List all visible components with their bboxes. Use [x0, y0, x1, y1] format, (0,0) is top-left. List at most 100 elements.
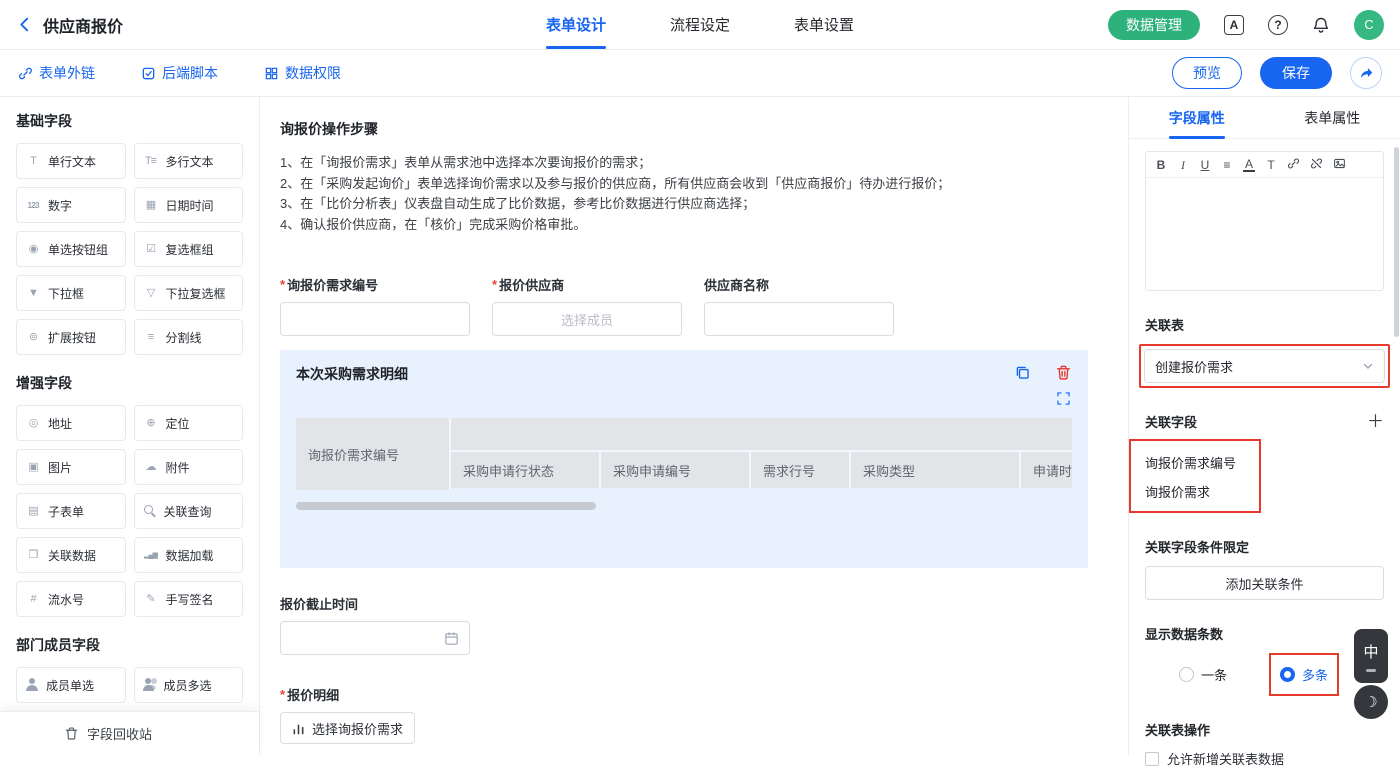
- quote-supplier-input[interactable]: 选择成员: [492, 302, 682, 336]
- translate-icon[interactable]: A: [1224, 15, 1244, 35]
- radio-option-multiple[interactable]: 多条: [1280, 665, 1328, 684]
- sidebar-item-related-query[interactable]: 关联查询: [134, 493, 244, 529]
- sidebar-item-subform[interactable]: ▤子表单: [16, 493, 126, 529]
- sidebar-item-member-single[interactable]: 成员单选: [16, 667, 126, 703]
- divider-icon: ≡: [143, 332, 159, 343]
- sidebar-item-attachment[interactable]: ☁附件: [134, 449, 244, 485]
- back-icon[interactable]: [16, 16, 33, 33]
- top-header: 供应商报价 表单设计 流程设定 表单设置 数据管理 A ? C: [0, 0, 1400, 50]
- checkbox-icon: [1145, 752, 1159, 766]
- sidebar-item-multi-select[interactable]: ▽下拉复选框: [134, 275, 244, 311]
- field-description-input[interactable]: [1146, 178, 1383, 290]
- sidebar-item-extend-button[interactable]: ⊚扩展按钮: [16, 319, 126, 355]
- insert-image-icon[interactable]: [1333, 157, 1346, 172]
- subform-header-band: [451, 418, 1072, 452]
- recycle-bin-icon: [64, 726, 79, 741]
- field-sidebar: 基础字段 T单行文本 T≡多行文本 123数字 ▦日期时间 ◉单选按钮组 ☑复选…: [0, 97, 260, 755]
- sidebar-item-multi-text[interactable]: T≡多行文本: [134, 143, 244, 179]
- underline-icon[interactable]: U: [1199, 159, 1211, 171]
- section-title-enhanced-fields: 增强字段: [16, 373, 243, 393]
- field-supplier-name[interactable]: 供应商名称: [704, 275, 894, 336]
- ime-language-button[interactable]: 中: [1354, 629, 1388, 683]
- allow-add-related-data-checkbox[interactable]: 允许新增关联表数据: [1145, 749, 1384, 768]
- panel-scrollbar-thumb[interactable]: [1394, 147, 1399, 337]
- avatar[interactable]: C: [1354, 10, 1384, 40]
- field-inquiry-request-no[interactable]: *询报价需求编号: [280, 275, 470, 336]
- sidebar-item-single-text[interactable]: T单行文本: [16, 143, 126, 179]
- related-data-icon: ❐: [25, 550, 41, 561]
- backend-script-link[interactable]: 后端脚本: [141, 63, 218, 83]
- sidebar-item-select[interactable]: ▼下拉框: [16, 275, 126, 311]
- add-related-field-icon[interactable]: ＋: [1367, 413, 1384, 430]
- tab-field-properties[interactable]: 字段属性: [1129, 97, 1265, 138]
- notification-bell-icon[interactable]: [1312, 16, 1330, 34]
- page-title: 供应商报价: [43, 13, 123, 37]
- subform-table-header: 询报价需求编号 采购申请行状态 采购申请编号 需求行号 采购类型 申请时间: [296, 418, 1072, 490]
- sidebar-item-location[interactable]: ⊕定位: [134, 405, 244, 441]
- scrollbar-thumb[interactable]: [296, 502, 596, 510]
- delete-icon[interactable]: [1055, 364, 1072, 384]
- fullscreen-icon[interactable]: [1057, 392, 1070, 408]
- user-icon: [25, 678, 39, 692]
- share-button[interactable]: [1350, 57, 1382, 89]
- subform-col: 需求行号: [751, 452, 851, 488]
- related-table-highlight: 创建报价需求: [1139, 344, 1390, 388]
- help-icon[interactable]: ?: [1268, 15, 1288, 35]
- italic-icon[interactable]: I: [1177, 159, 1189, 171]
- steps-title[interactable]: 询报价操作步骤: [280, 119, 1088, 139]
- remove-link-icon[interactable]: [1310, 157, 1323, 172]
- ime-moon-icon[interactable]: ☽: [1354, 685, 1388, 719]
- subform-col: 采购申请编号: [601, 452, 751, 488]
- subform-icon: ▤: [25, 506, 41, 517]
- form-external-link[interactable]: 表单外链: [18, 63, 95, 83]
- tab-form-properties[interactable]: 表单属性: [1265, 97, 1400, 138]
- field-quote-detail[interactable]: *报价明细 选择询报价需求 询报价需求编号 采购申请编号 需求行号 产品编号 产…: [280, 685, 1088, 755]
- preview-button[interactable]: 预览: [1172, 57, 1242, 89]
- quote-deadline-input[interactable]: [280, 621, 470, 655]
- sidebar-item-data-load[interactable]: ▂▄▆数据加载: [134, 537, 244, 573]
- tab-form-setting[interactable]: 表单设置: [794, 0, 854, 49]
- bold-icon[interactable]: B: [1155, 159, 1167, 171]
- save-button[interactable]: 保存: [1260, 57, 1332, 89]
- tab-flow-setting[interactable]: 流程设定: [670, 0, 730, 49]
- number-icon: 123: [25, 201, 41, 210]
- main-tabs: 表单设计 流程设定 表单设置: [546, 0, 854, 49]
- sidebar-item-image[interactable]: ▣图片: [16, 449, 126, 485]
- insert-link-icon[interactable]: [1287, 157, 1300, 172]
- extend-button-icon: ⊚: [25, 332, 41, 343]
- related-table-select[interactable]: 创建报价需求: [1144, 349, 1385, 383]
- steps-text[interactable]: 1、在「询报价需求」表单从需求池中选择本次要询报价的需求； 2、在「采购发起询价…: [280, 153, 1088, 235]
- font-color-icon[interactable]: A: [1243, 158, 1255, 172]
- inquiry-request-no-input[interactable]: [280, 302, 470, 336]
- data-manage-button[interactable]: 数据管理: [1108, 10, 1200, 40]
- related-field-item[interactable]: 询报价需求: [1145, 482, 1259, 501]
- sidebar-item-checkbox-group[interactable]: ☑复选框组: [134, 231, 244, 267]
- align-icon[interactable]: ≡: [1221, 159, 1233, 171]
- sidebar-item-number[interactable]: 123数字: [16, 187, 126, 223]
- subform-purchase-detail[interactable]: 本次采购需求明细 询报价需求编: [280, 350, 1088, 568]
- data-permission-link[interactable]: 数据权限: [264, 63, 341, 83]
- calendar-icon: [444, 631, 459, 646]
- supplier-name-input[interactable]: [704, 302, 894, 336]
- sidebar-item-serial-number[interactable]: #流水号: [16, 581, 126, 617]
- sidebar-item-datetime[interactable]: ▦日期时间: [134, 187, 244, 223]
- sidebar-item-related-data[interactable]: ❐关联数据: [16, 537, 126, 573]
- radio-option-single[interactable]: 一条: [1179, 665, 1227, 684]
- sidebar-item-divider[interactable]: ≡分割线: [134, 319, 244, 355]
- font-size-icon[interactable]: T: [1265, 159, 1277, 171]
- sidebar-item-member-multi[interactable]: 成员多选: [134, 667, 244, 703]
- copy-icon[interactable]: [1014, 364, 1031, 384]
- add-condition-button[interactable]: 添加关联条件: [1145, 566, 1384, 600]
- related-field-item[interactable]: 询报价需求编号: [1145, 453, 1259, 472]
- select-inquiry-request-button[interactable]: 选择询报价需求: [280, 712, 415, 744]
- field-quote-supplier[interactable]: *报价供应商 选择成员: [492, 275, 682, 336]
- field-quote-deadline[interactable]: 报价截止时间: [280, 594, 1088, 655]
- tab-form-design[interactable]: 表单设计: [546, 0, 606, 49]
- sidebar-item-radio-group[interactable]: ◉单选按钮组: [16, 231, 126, 267]
- subform-col: 申请时间: [1021, 452, 1072, 488]
- sidebar-item-address[interactable]: ◎地址: [16, 405, 126, 441]
- sidebar-item-signature[interactable]: ✎手写签名: [134, 581, 244, 617]
- field-recycle-bin[interactable]: 字段回收站: [0, 711, 259, 755]
- dropdown-icon: ▼: [25, 288, 41, 299]
- ime-widget: 中 ☽: [1354, 629, 1388, 719]
